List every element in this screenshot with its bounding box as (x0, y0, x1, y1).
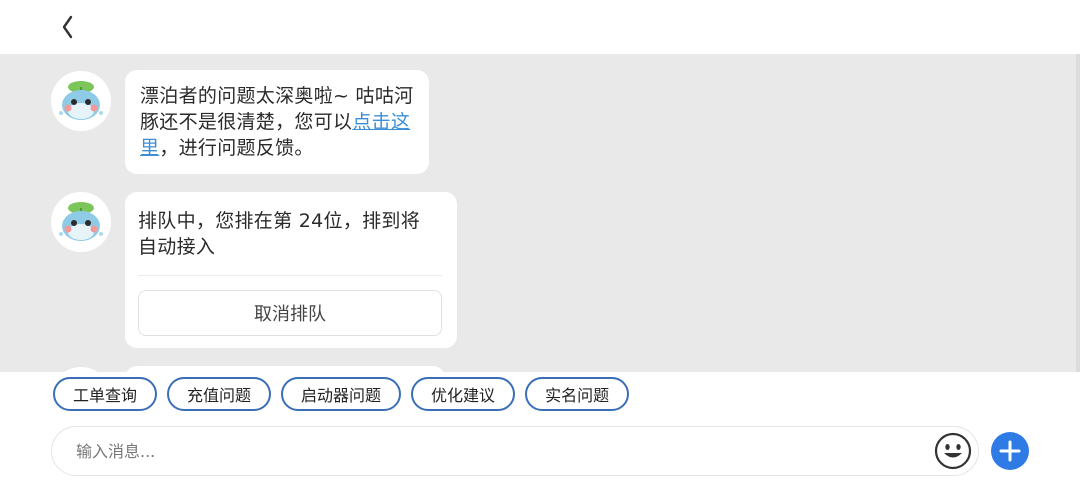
add-button[interactable] (991, 432, 1029, 470)
chat-area[interactable]: 漂泊者的问题太深奥啦~ 咕咕河豚还不是很清楚，您可以点击这里，进行问题反馈。 排… (0, 54, 1080, 372)
message-bubble (125, 366, 445, 372)
plus-icon (999, 440, 1021, 462)
pufferfish-icon (51, 71, 111, 131)
message-text: 漂泊者的问题太深奥啦~ 咕咕河豚还不是很清楚，您可以点击这里，进行问题反馈。 (140, 83, 414, 161)
emoji-button[interactable] (934, 432, 972, 470)
queue-bubble: 排队中，您排在第 24位，排到将自动接入 取消排队 (125, 192, 457, 348)
message-bubble: 漂泊者的问题太深奥啦~ 咕咕河豚还不是很清楚，您可以点击这里，进行问题反馈。 (125, 70, 429, 174)
divider (138, 275, 442, 276)
quick-reply-ticket-query[interactable]: 工单查询 (53, 377, 158, 411)
queue-status-text: 排队中，您排在第 24位，排到将自动接入 (138, 210, 421, 258)
bot-avatar (51, 367, 111, 372)
message-text-part: ，进行问题反馈。 (159, 137, 314, 159)
bot-avatar (51, 71, 111, 131)
cancel-queue-button[interactable]: 取消排队 (138, 290, 442, 336)
quick-reply-real-name[interactable]: 实名问题 (525, 377, 630, 411)
emoji-icon (934, 432, 972, 470)
scrollbar[interactable] (1076, 54, 1080, 372)
quick-reply-suggestion[interactable]: 优化建议 (411, 377, 516, 411)
quick-reply-bar: 工单查询 充值问题 启动器问题 优化建议 实名问题 (53, 377, 630, 411)
quick-reply-recharge[interactable]: 充值问题 (167, 377, 272, 411)
pufferfish-icon (51, 192, 111, 252)
message-input[interactable] (76, 427, 916, 475)
quick-reply-launcher[interactable]: 启动器问题 (281, 377, 402, 411)
bot-avatar (51, 192, 111, 252)
top-bar (0, 0, 1080, 54)
back-button[interactable] (58, 12, 78, 42)
composer (51, 426, 979, 476)
chevron-left-icon (62, 15, 73, 39)
